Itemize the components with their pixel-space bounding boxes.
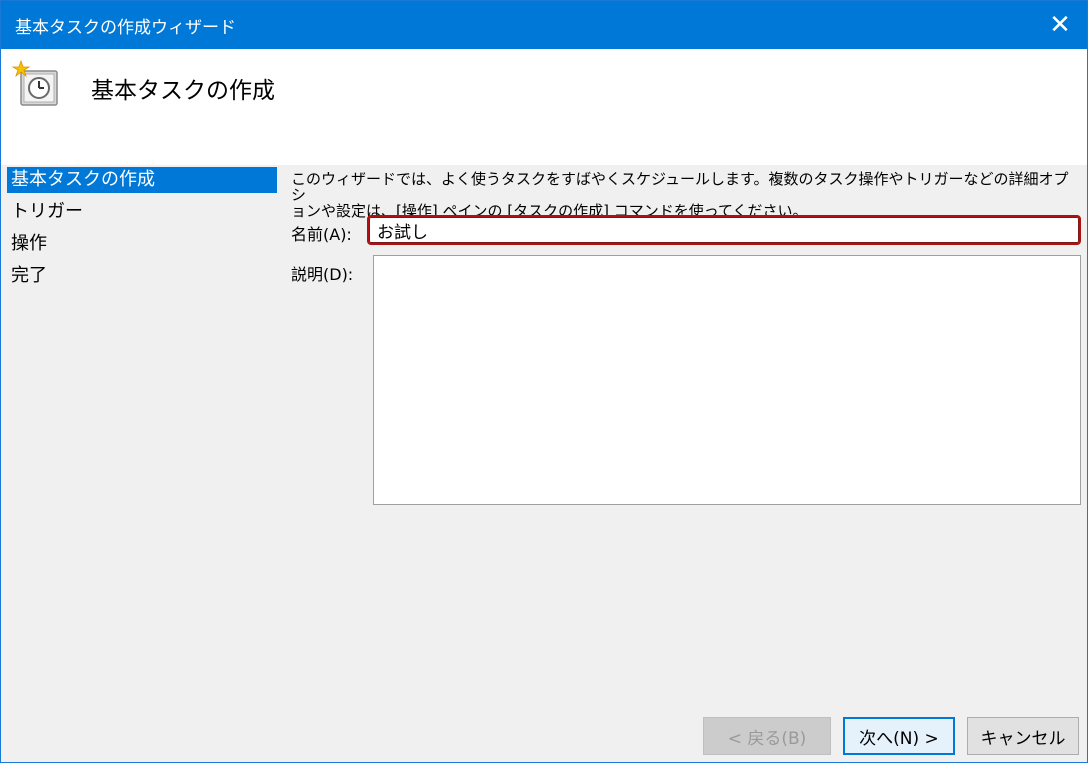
next-button[interactable]: 次へ(N) >: [843, 717, 955, 755]
name-label: 名前(A):: [291, 225, 352, 244]
instruction-line-1: このウィザードでは、よく使うタスクをすばやくスケジュールします。複数のタスク操作…: [291, 170, 1069, 204]
name-field[interactable]: お試し: [367, 215, 1081, 245]
back-button[interactable]: < 戻る(B): [703, 717, 831, 755]
task-scheduler-clock-icon: [11, 59, 63, 111]
wizard-header: 基本タスクの作成: [1, 49, 1087, 165]
name-field-value: お試し: [377, 222, 428, 243]
title-bar[interactable]: 基本タスクの作成ウィザード ✕: [1, 1, 1087, 49]
wizard-instructions: このウィザードでは、よく使うタスクをすばやくスケジュールします。複数のタスク操作…: [291, 171, 1081, 219]
wizard-window: 基本タスクの作成ウィザード ✕ 基本タスクの作成 基本タスクの作成 トリガー 操…: [0, 0, 1088, 763]
close-icon[interactable]: ✕: [1033, 1, 1087, 49]
wizard-content: このウィザードでは、よく使うタスクをすばやくスケジュールします。複数のタスク操作…: [279, 165, 1087, 711]
nav-step-create-basic-task[interactable]: 基本タスクの作成: [7, 167, 277, 193]
nav-step-action[interactable]: 操作: [7, 231, 277, 257]
nav-step-trigger[interactable]: トリガー: [7, 199, 277, 225]
window-title: 基本タスクの作成ウィザード: [15, 18, 236, 38]
nav-step-finish[interactable]: 完了: [7, 263, 277, 289]
page-title: 基本タスクの作成: [91, 78, 275, 104]
description-label: 説明(D):: [291, 265, 354, 284]
cancel-button[interactable]: キャンセル: [967, 717, 1079, 755]
description-textarea[interactable]: [373, 255, 1081, 505]
wizard-steps-nav: 基本タスクの作成 トリガー 操作 完了: [1, 165, 279, 762]
